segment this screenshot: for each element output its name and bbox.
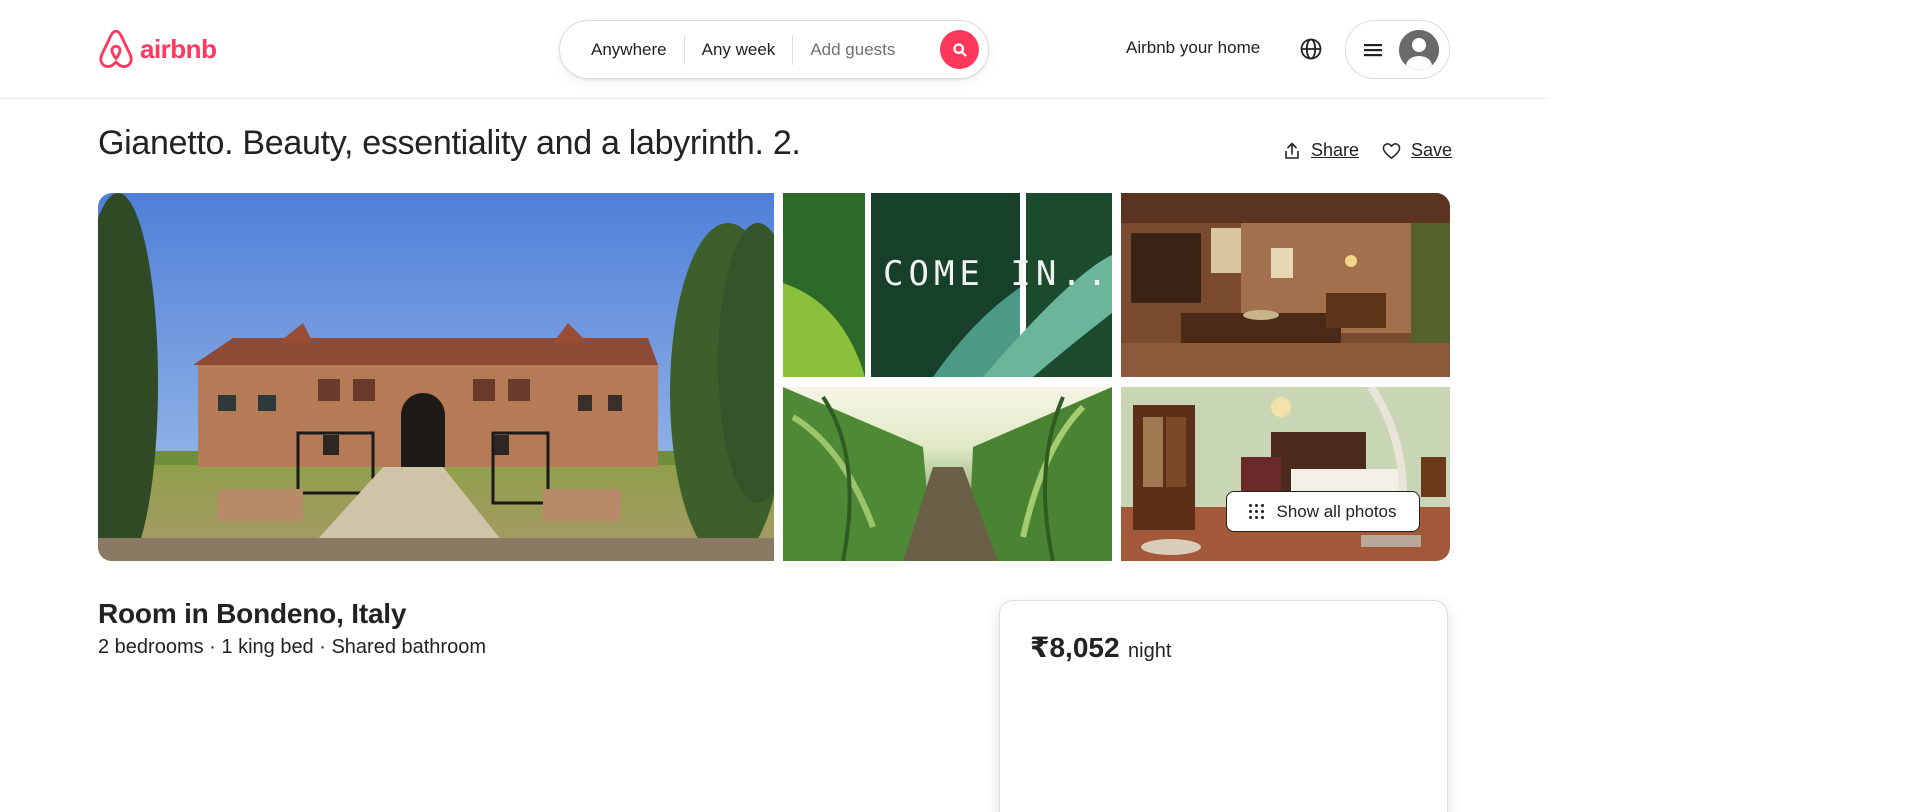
booking-card: ₹8,052 night: [999, 600, 1448, 812]
globe-icon[interactable]: [1299, 37, 1323, 61]
photo-overlay-text: COME IN...: [883, 254, 1112, 294]
search-anywhere[interactable]: Anywhere: [574, 40, 684, 60]
airbnb-logo[interactable]: airbnb: [98, 29, 217, 69]
heart-icon: [1382, 142, 1401, 159]
price-amount: ₹8,052: [1030, 632, 1120, 663]
user-avatar-icon: [1399, 30, 1439, 70]
grid-dots-icon: [1249, 504, 1265, 519]
photo-farmhouse-exterior[interactable]: [98, 193, 774, 561]
share-button[interactable]: Share: [1283, 140, 1359, 161]
show-all-photos-label: Show all photos: [1276, 501, 1397, 521]
room-type-heading: Room in Bondeno, Italy: [98, 598, 407, 629]
photo-bedroom[interactable]: [1121, 387, 1450, 561]
share-label: Share: [1311, 140, 1360, 160]
share-icon: [1285, 142, 1299, 159]
room-details: 2 bedrooms · 1 king bed · Shared bathroo…: [98, 636, 486, 658]
search-button[interactable]: [940, 30, 979, 69]
photo-dining-room[interactable]: [1121, 193, 1450, 377]
airbnb-your-home-link[interactable]: Airbnb your home: [1126, 38, 1260, 58]
listing-title: Gianetto. Beauty, essentiality and a lab…: [98, 124, 801, 162]
price-line: ₹8,052 night: [1030, 631, 1171, 664]
photo-come-in[interactable]: COME IN...: [783, 193, 1112, 377]
user-menu-button[interactable]: [1345, 20, 1450, 79]
logo-wordmark: airbnb: [140, 33, 217, 64]
search-any-week[interactable]: Any week: [685, 40, 793, 60]
search-bar[interactable]: Anywhere Any week Add guests: [559, 20, 989, 79]
show-all-photos-button[interactable]: Show all photos: [1226, 491, 1420, 532]
search-icon: [952, 42, 967, 57]
photo-corn-field[interactable]: [783, 387, 1112, 561]
menu-icon: [1364, 43, 1382, 56]
save-button[interactable]: Save: [1382, 140, 1452, 161]
search-add-guests[interactable]: Add guests: [793, 40, 912, 60]
save-label: Save: [1411, 140, 1453, 160]
price-unit: night: [1128, 640, 1172, 662]
site-header: airbnb Anywhere Any week Add guests Airb…: [0, 0, 1548, 99]
airbnb-logo-icon: [99, 29, 133, 68]
